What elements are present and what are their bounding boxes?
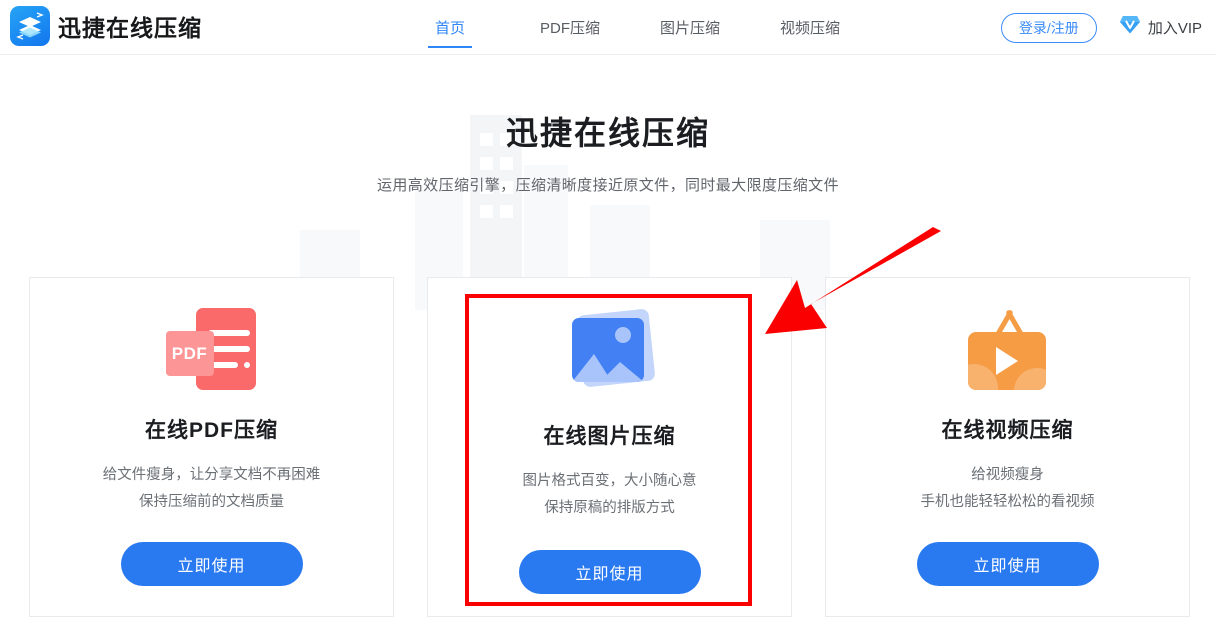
use-now-button-video[interactable]: 立即使用 [916, 542, 1099, 586]
nav-item-pdf-compress[interactable]: PDF压缩 [510, 0, 630, 55]
page-subtitle: 运用高效压缩引擎，压缩清晰度接近原文件，同时最大限度压缩文件 [376, 177, 839, 194]
nav-item-video-compress[interactable]: 视频压缩 [750, 0, 870, 55]
card-desc-line-2: 保持原稿的排版方式 [544, 500, 675, 516]
use-now-button-pdf[interactable]: 立即使用 [120, 542, 303, 586]
card-title: 在线图片压缩 [543, 425, 676, 448]
card-description: 给视频瘦身 手机也能轻轻松松的看视频 [921, 462, 1095, 516]
join-vip-label: 加入VIP [1147, 20, 1202, 37]
nav-label: PDF压缩 [539, 20, 600, 37]
card-title: 在线PDF压缩 [145, 419, 278, 442]
feature-card-list: PDF 在线PDF压缩 给文件瘦身，让分享文档不再困难 保持压缩前的文档质量 立… [29, 277, 1191, 617]
image-picture-icon [562, 308, 658, 394]
hero-section: 迅捷在线压缩 运用高效压缩引擎，压缩清晰度接近原文件，同时最大限度压缩文件 [0, 108, 1216, 195]
use-now-button-image[interactable]: 立即使用 [518, 550, 701, 594]
tv-video-icon [960, 306, 1056, 392]
card-desc-line-2: 手机也能轻轻松松的看视频 [920, 494, 1095, 510]
card-pdf-compress[interactable]: PDF 在线PDF压缩 给文件瘦身，让分享文档不再困难 保持压缩前的文档质量 立… [29, 277, 394, 617]
nav-label: 图片压缩 [659, 20, 720, 37]
nav-label: 视频压缩 [779, 20, 840, 37]
nav-label: 首页 [434, 20, 465, 37]
card-description: 给文件瘦身，让分享文档不再困难 保持压缩前的文档质量 [103, 462, 321, 516]
diamond-icon [1119, 15, 1141, 40]
card-image-compress[interactable]: 在线图片压缩 图片格式百变，大小随心意 保持原稿的排版方式 立即使用 [427, 277, 792, 617]
card-title: 在线视频压缩 [941, 419, 1074, 442]
card-desc-line-1: 给文件瘦身，让分享文档不再困难 [102, 467, 321, 483]
main-nav: 首页 PDF压缩 图片压缩 视频压缩 [390, 0, 870, 55]
nav-item-image-compress[interactable]: 图片压缩 [630, 0, 750, 55]
card-desc-line-2: 保持压缩前的文档质量 [139, 494, 284, 510]
card-video-compress[interactable]: 在线视频压缩 给视频瘦身 手机也能轻轻松松的看视频 立即使用 [825, 277, 1190, 617]
brand-logo[interactable]: 迅捷在线压缩 [10, 6, 202, 46]
card-desc-line-1: 给视频瘦身 [971, 467, 1044, 483]
pdf-badge-label: PDF [165, 331, 214, 376]
join-vip-button[interactable]: 加入VIP [1119, 15, 1202, 40]
card-desc-line-1: 图片格式百变，大小随心意 [522, 473, 697, 489]
page-title: 迅捷在线压缩 [505, 115, 710, 151]
login-register-button[interactable]: 登录/注册 [1000, 12, 1097, 43]
site-header: 迅捷在线压缩 首页 PDF压缩 图片压缩 视频压缩 登录/注册 加入VIP [0, 0, 1216, 55]
header-actions: 登录/注册 加入VIP [1000, 0, 1202, 55]
pdf-file-icon: PDF [164, 306, 260, 392]
layers-stack-icon [10, 6, 50, 46]
brand-name: 迅捷在线压缩 [58, 15, 202, 41]
card-description: 图片格式百变，大小随心意 保持原稿的排版方式 [523, 468, 697, 522]
nav-item-home[interactable]: 首页 [390, 0, 510, 55]
page-root: 迅捷在线压缩 首页 PDF压缩 图片压缩 视频压缩 登录/注册 加入VIP 迅捷… [0, 0, 1216, 630]
